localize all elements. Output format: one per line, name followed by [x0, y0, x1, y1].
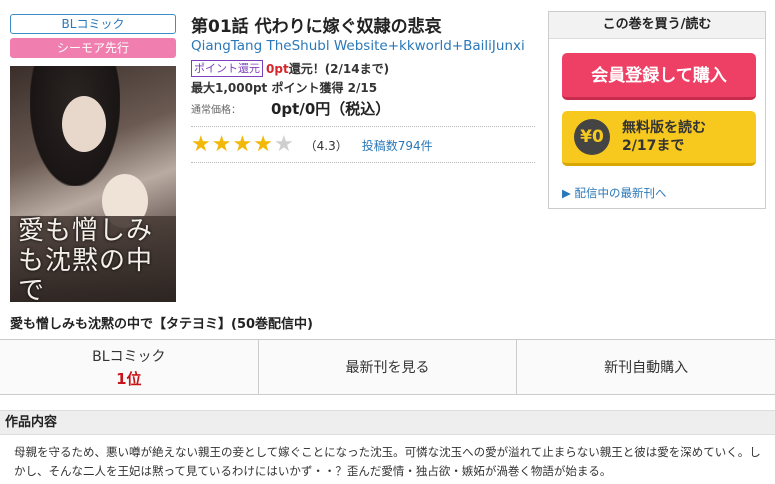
star-icon: ★: [232, 132, 253, 157]
episode-title: 第01話 代わりに嫁ぐ奴隷の悲哀: [191, 17, 442, 37]
price-value: 0pt/0円（税込）: [271, 100, 391, 118]
register-and-buy-button[interactable]: 会員登録して購入: [562, 53, 756, 100]
series-title: 愛も憎しみも沈黙の中で【タテヨミ】(50巻配信中): [10, 317, 313, 332]
purchase-box-title: この巻を買う/読む: [549, 12, 765, 39]
price-label: 通常価格：: [191, 105, 241, 116]
read-free-button[interactable]: ¥0 無料版を読む 2/17まで: [562, 111, 756, 166]
rating: ★ ★ ★ ★ ★ （4.3） 投稿数794件: [191, 134, 433, 156]
star-icon: ★: [253, 132, 273, 157]
read-free-label: 無料版を読む 2/17まで: [622, 119, 706, 155]
product-page: BLコミック シーモア先行 愛も憎しみも沈黙の中で 愛も憎しみも沈黙の中で【タテ…: [0, 0, 775, 484]
divider: [191, 162, 535, 163]
action-tabs: BLコミック 1位 最新刊を見る 新刊自動購入: [0, 339, 775, 395]
point-period: 還元！(2/14まで): [288, 62, 390, 76]
rating-value: （4.3）: [304, 138, 348, 153]
authors-link[interactable]: QiangTang TheShubl Website+kkworld+Baili…: [191, 38, 525, 54]
divider: [191, 126, 535, 127]
cover-figure-face: [62, 96, 106, 152]
auto-purchase-label: 新刊自動購入: [604, 360, 689, 376]
tab-genre-ranking[interactable]: BLコミック 1位: [0, 340, 259, 394]
tab-auto-purchase[interactable]: 新刊自動購入: [517, 340, 775, 394]
cover-image[interactable]: 愛も憎しみも沈黙の中で: [10, 66, 176, 302]
star-icon: ★: [211, 132, 232, 157]
review-count-link[interactable]: 投稿数794件: [362, 137, 433, 154]
star-icon: ★: [191, 132, 211, 157]
description-heading: 作品内容: [0, 410, 775, 435]
read-free-line1: 無料版を読む: [622, 120, 706, 136]
point-tag: ポイント還元: [191, 60, 263, 77]
purchase-box: この巻を買う/読む 会員登録して購入 ¥0 無料版を読む 2/17まで ▶ 配信…: [548, 11, 766, 209]
genre-badge[interactable]: BLコミック: [10, 14, 176, 34]
read-free-line2: 2/17まで: [622, 138, 685, 154]
point-amount: 0pt: [266, 61, 289, 76]
early-release-badge: シーモア先行: [10, 38, 176, 58]
cover-title-logo: 愛も憎しみも沈黙の中で: [18, 216, 154, 302]
genre-rank: 1位: [116, 369, 142, 388]
tab-latest-volume[interactable]: 最新刊を見る: [259, 340, 518, 394]
price-row: 通常価格： 0pt/0円（税込）: [191, 98, 390, 119]
yen-zero-icon: ¥0: [574, 119, 610, 155]
star-icon: ★: [273, 132, 294, 157]
point-campaign: ポイント還元 0pt 還元！(2/14まで): [191, 60, 389, 77]
latest-volume-label: 最新刊を見る: [345, 360, 430, 376]
latest-volume-link[interactable]: ▶ 配信中の最新刊へ: [562, 185, 667, 201]
description-body: 母親を守るため、悪い噂が絶えない親王の妾として嫁ぐことになった沈玉。可憐な沈玉へ…: [14, 445, 761, 478]
max-points: 最大1,000pt ポイント獲得 2/15: [191, 81, 378, 95]
genre-ranking-label: BLコミック: [92, 348, 166, 365]
